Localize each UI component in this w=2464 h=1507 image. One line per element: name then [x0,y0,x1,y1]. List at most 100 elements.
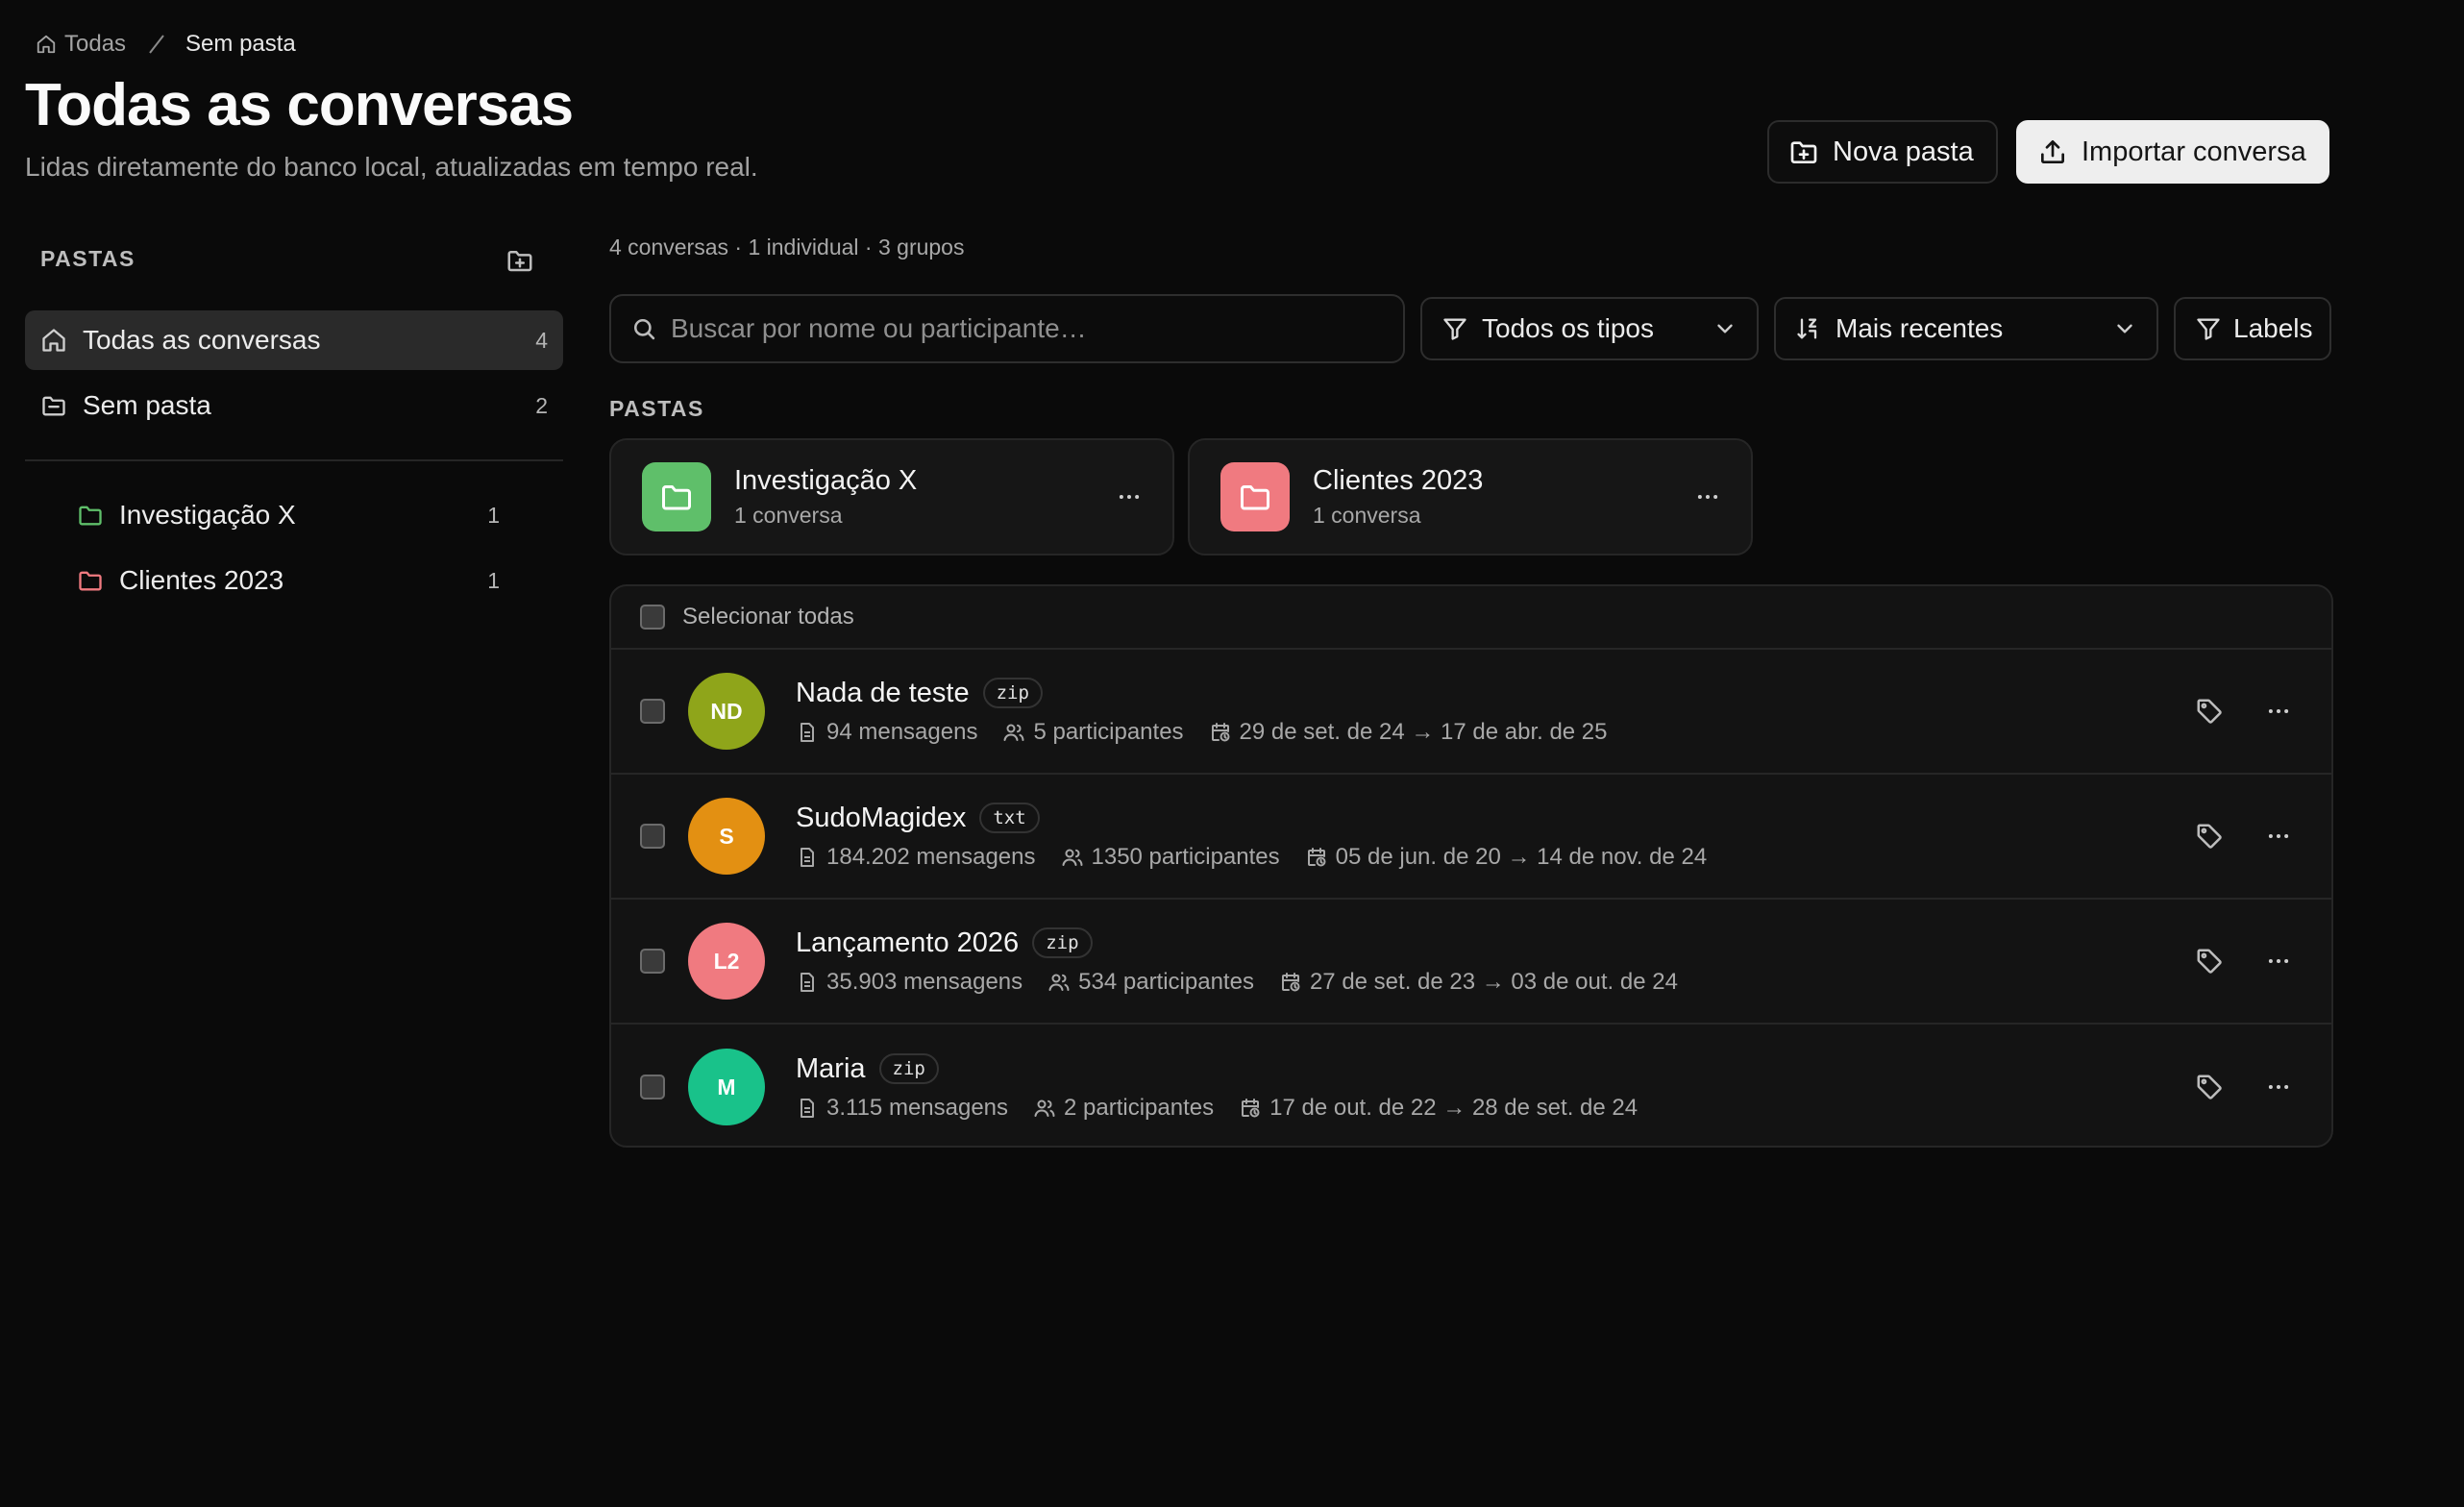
folder-card-investigacao-x[interactable]: Investigação X 1 conversa [609,438,1174,556]
message-count: 35.903 mensagens [826,968,1023,995]
conversation-name: SudoMagidex [796,802,967,833]
sidebar-item-label: Todas as conversas [83,325,321,355]
folder-icon [40,392,67,419]
avatar: L2 [688,923,765,1000]
calendar-clock-icon [1279,971,1302,994]
conversation-name: Lançamento 2026 [796,926,1020,958]
search-input[interactable] [671,313,1384,344]
sidebar-item-count: 2 [535,392,548,418]
folder-icon [77,567,104,594]
page-title: Todas as conversas [25,72,574,138]
document-icon [796,971,819,994]
sidebar-folder-count: 1 [487,502,500,528]
calendar-clock-icon [1305,846,1328,869]
filter-icon [2195,315,2222,342]
message-count: 184.202 mensagens [826,843,1036,870]
chevron-down-icon [2112,316,2137,341]
row-checkbox[interactable] [640,824,665,849]
sidebar-folder-clientes-2023[interactable]: Clientes 2023 1 [77,551,500,610]
date-range: 05 de jun. de 20 → 14 de nov. de 24 [1335,843,1708,870]
conversation-row[interactable]: ND Nada de teste zip 94 mensagens 5 part… [611,650,2331,775]
import-conversation-button[interactable]: Importar conversa [2016,120,2329,184]
type-filter-dropdown[interactable]: Todos os tipos [1420,297,1759,360]
sidebar-heading: PASTAS [40,246,136,271]
labels-button[interactable]: Labels [2174,297,2331,360]
folder-card-name: Clientes 2023 [1313,465,1484,496]
date-range: 17 de out. de 22 → 28 de set. de 24 [1269,1094,1639,1121]
avatar: M [688,1049,765,1125]
format-badge: zip [878,1053,939,1084]
document-icon [796,721,819,744]
more-options-icon[interactable] [1693,482,1722,511]
participant-count: 1350 participantes [1091,843,1280,870]
more-options-icon[interactable] [2264,1073,2293,1101]
import-conversation-label: Importar conversa [2082,136,2306,167]
avatar: ND [688,673,765,750]
more-options-icon[interactable] [2264,697,2293,726]
tag-icon[interactable] [2195,1073,2224,1101]
breadcrumb-separator [145,33,168,56]
participant-count: 2 participantes [1064,1094,1215,1121]
tag-icon[interactable] [2195,697,2224,726]
more-options-icon[interactable] [2264,947,2293,976]
sidebar-item-no-folder[interactable]: Sem pasta 2 [25,376,563,435]
format-badge: zip [982,678,1043,708]
list-header: Selecionar todas [611,586,2331,650]
sidebar-item-all-conversations[interactable]: Todas as conversas 4 [25,310,563,370]
folder-card-clientes-2023[interactable]: Clientes 2023 1 conversa [1188,438,1753,556]
folder-icon [77,502,104,529]
document-icon [796,846,819,869]
breadcrumb-current: Sem pasta [185,31,296,57]
select-all-checkbox[interactable] [640,605,665,630]
folder-plus-icon [505,246,534,275]
participant-count: 5 participantes [1033,718,1184,745]
sidebar-folder-count: 1 [487,567,500,593]
new-folder-button[interactable]: Nova pasta [1767,120,1998,184]
conversation-row[interactable]: M Maria zip 3.115 mensagens 2 participan… [611,1025,2331,1146]
users-icon [1002,721,1025,744]
conversation-list: Selecionar todas ND Nada de teste zip 94… [609,584,2333,1148]
select-all-label: Selecionar todas [682,604,854,630]
users-icon [1047,971,1071,994]
folders-section-heading: PASTAS [609,396,704,421]
breadcrumb-home-label: Todas [64,31,127,57]
sidebar-folder-label: Clientes 2023 [119,565,284,595]
format-badge: txt [979,803,1040,833]
sidebar-item-label: Sem pasta [83,390,211,420]
row-checkbox[interactable] [640,949,665,974]
folder-icon [642,462,711,531]
breadcrumb: Todas Sem pasta [36,29,296,60]
search-box [609,294,1405,363]
users-icon [1061,846,1084,869]
folder-card-count: 1 conversa [1313,503,1421,528]
sidebar-add-folder-button[interactable] [505,246,534,275]
tag-icon[interactable] [2195,822,2224,851]
folder-icon [1220,462,1290,531]
sidebar-folder-investigacao-x[interactable]: Investigação X 1 [77,485,500,545]
conversation-row[interactable]: L2 Lançamento 2026 zip 35.903 mensagens … [611,900,2331,1025]
date-range: 27 de set. de 23 → 03 de out. de 24 [1309,968,1678,995]
home-icon [36,34,57,55]
sort-icon [1795,315,1822,342]
sort-value: Mais recentes [1836,313,2004,343]
format-badge: zip [1032,927,1093,958]
upload-icon [2037,136,2068,167]
participant-count: 534 participantes [1078,968,1254,995]
sort-dropdown[interactable]: Mais recentes [1774,297,2158,360]
sidebar-folder-label: Investigação X [119,500,296,530]
document-icon [796,1097,819,1120]
tag-icon[interactable] [2195,947,2224,976]
conversation-summary: 4 conversas · 1 individual · 3 grupos [609,235,965,259]
users-icon [1033,1097,1056,1120]
folder-plus-icon [1788,136,1819,167]
breadcrumb-home[interactable]: Todas [36,31,126,58]
avatar: S [688,798,765,875]
conversation-name: Nada de teste [796,677,970,708]
more-options-icon[interactable] [2264,822,2293,851]
new-folder-label: Nova pasta [1833,136,1974,167]
date-range: 29 de set. de 24 → 17 de abr. de 25 [1239,718,1608,745]
row-checkbox[interactable] [640,699,665,724]
row-checkbox[interactable] [640,1075,665,1099]
more-options-icon[interactable] [1115,482,1144,511]
conversation-row[interactable]: S SudoMagidex txt 184.202 mensagens 1350… [611,775,2331,900]
